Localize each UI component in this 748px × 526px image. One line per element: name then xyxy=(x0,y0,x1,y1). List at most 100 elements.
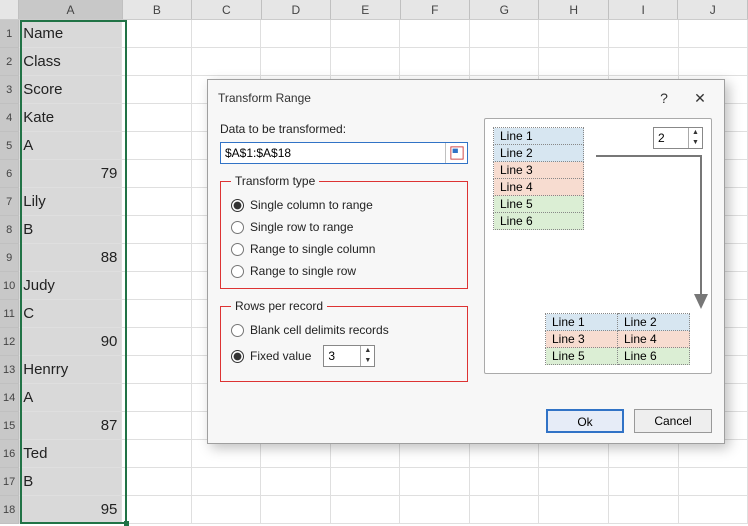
cell[interactable]: A xyxy=(19,132,122,160)
col-header-G[interactable]: G xyxy=(470,0,539,19)
col-header-A[interactable]: A xyxy=(19,0,122,19)
cell[interactable] xyxy=(400,20,470,48)
step-up-icon[interactable]: ▲ xyxy=(361,346,374,356)
cell[interactable]: 88 xyxy=(19,244,122,272)
col-header-D[interactable]: D xyxy=(262,0,331,19)
cell[interactable] xyxy=(192,440,262,468)
preview-cols-stepper[interactable]: ▲▼ xyxy=(653,127,703,149)
fixed-value-stepper[interactable]: ▲▼ xyxy=(323,345,375,367)
row-header[interactable]: 4 xyxy=(0,104,19,132)
cell[interactable] xyxy=(192,496,262,524)
cell[interactable] xyxy=(400,48,470,76)
cell[interactable]: Class xyxy=(19,48,122,76)
col-header-E[interactable]: E xyxy=(331,0,400,19)
cell[interactable] xyxy=(122,48,192,76)
cell[interactable] xyxy=(609,468,679,496)
cell[interactable] xyxy=(470,468,540,496)
close-button[interactable]: ✕ xyxy=(682,86,718,110)
cell[interactable]: Henrry xyxy=(19,356,122,384)
radio-fixed-value[interactable] xyxy=(231,350,244,363)
cell[interactable] xyxy=(122,104,192,132)
row-header[interactable]: 12 xyxy=(0,328,19,356)
cell[interactable] xyxy=(331,48,401,76)
cell[interactable]: Name xyxy=(19,20,122,48)
opt-single-row-to-range[interactable]: Single row to range xyxy=(231,216,457,238)
cell[interactable] xyxy=(261,496,331,524)
row-header[interactable]: 3 xyxy=(0,76,19,104)
cell[interactable] xyxy=(122,244,192,272)
dialog-titlebar[interactable]: Transform Range ? ✕ xyxy=(208,80,724,114)
radio-blank-cell[interactable] xyxy=(231,324,244,337)
row-header[interactable]: 13 xyxy=(0,356,19,384)
cell[interactable] xyxy=(609,496,679,524)
range-input[interactable] xyxy=(221,143,445,163)
row-header[interactable]: 11 xyxy=(0,300,19,328)
cell[interactable] xyxy=(122,328,192,356)
cell[interactable] xyxy=(192,48,262,76)
cell[interactable] xyxy=(261,48,331,76)
cell[interactable] xyxy=(539,468,609,496)
row-header[interactable]: 1 xyxy=(0,20,19,48)
col-header-H[interactable]: H xyxy=(539,0,608,19)
cell[interactable] xyxy=(609,20,679,48)
cell[interactable] xyxy=(539,20,609,48)
fixed-value-input[interactable] xyxy=(324,346,360,366)
radio-range-to-single-row[interactable] xyxy=(231,265,244,278)
cell[interactable] xyxy=(122,412,192,440)
cell[interactable] xyxy=(679,20,748,48)
cell[interactable]: 90 xyxy=(19,328,122,356)
cell[interactable] xyxy=(122,132,192,160)
select-all-corner[interactable] xyxy=(0,0,19,19)
cell[interactable]: 79 xyxy=(19,160,122,188)
cell[interactable] xyxy=(470,48,540,76)
step-down-icon[interactable]: ▼ xyxy=(689,138,702,148)
cell[interactable] xyxy=(470,496,540,524)
cell[interactable] xyxy=(122,272,192,300)
cell[interactable]: Kate xyxy=(19,104,122,132)
cell[interactable] xyxy=(122,188,192,216)
opt-single-col-to-range[interactable]: Single column to range xyxy=(231,194,457,216)
row-header[interactable]: 2 xyxy=(0,48,19,76)
opt-blank-cell[interactable]: Blank cell delimits records xyxy=(231,319,457,341)
cell[interactable] xyxy=(122,440,192,468)
cell[interactable] xyxy=(609,48,679,76)
cell[interactable] xyxy=(122,384,192,412)
row-header[interactable]: 18 xyxy=(0,496,19,524)
row-header[interactable]: 9 xyxy=(0,244,19,272)
cell[interactable] xyxy=(400,496,470,524)
cell[interactable] xyxy=(192,468,262,496)
row-header[interactable]: 15 xyxy=(0,412,19,440)
cell[interactable] xyxy=(679,48,748,76)
cell[interactable] xyxy=(331,20,401,48)
cell[interactable] xyxy=(122,468,192,496)
cell[interactable] xyxy=(122,496,192,524)
col-header-B[interactable]: B xyxy=(123,0,192,19)
cell[interactable] xyxy=(679,496,748,524)
cell[interactable] xyxy=(261,468,331,496)
radio-single-col-to-range[interactable] xyxy=(231,199,244,212)
preview-cols-input[interactable] xyxy=(654,128,688,148)
row-header[interactable]: 5 xyxy=(0,132,19,160)
cell[interactable] xyxy=(470,20,540,48)
cell[interactable] xyxy=(400,440,470,468)
opt-fixed-value[interactable]: Fixed value ▲▼ xyxy=(231,341,457,371)
row-header[interactable]: 6 xyxy=(0,160,19,188)
cell[interactable] xyxy=(609,440,679,468)
range-picker-icon[interactable] xyxy=(445,143,467,163)
col-header-I[interactable]: I xyxy=(609,0,678,19)
cell[interactable]: Score xyxy=(19,76,122,104)
radio-range-to-single-col[interactable] xyxy=(231,243,244,256)
cell[interactable] xyxy=(679,440,748,468)
cell[interactable]: B xyxy=(19,216,122,244)
row-header[interactable]: 16 xyxy=(0,440,19,468)
cell[interactable]: Ted xyxy=(19,440,122,468)
opt-range-to-single-row[interactable]: Range to single row xyxy=(231,260,457,282)
cell[interactable]: Judy xyxy=(19,272,122,300)
col-header-J[interactable]: J xyxy=(678,0,747,19)
cell[interactable] xyxy=(539,496,609,524)
cell[interactable] xyxy=(679,468,748,496)
cell[interactable]: 95 xyxy=(19,496,122,524)
cell[interactable]: B xyxy=(19,468,122,496)
cell[interactable]: A xyxy=(19,384,122,412)
cell[interactable]: 87 xyxy=(19,412,122,440)
